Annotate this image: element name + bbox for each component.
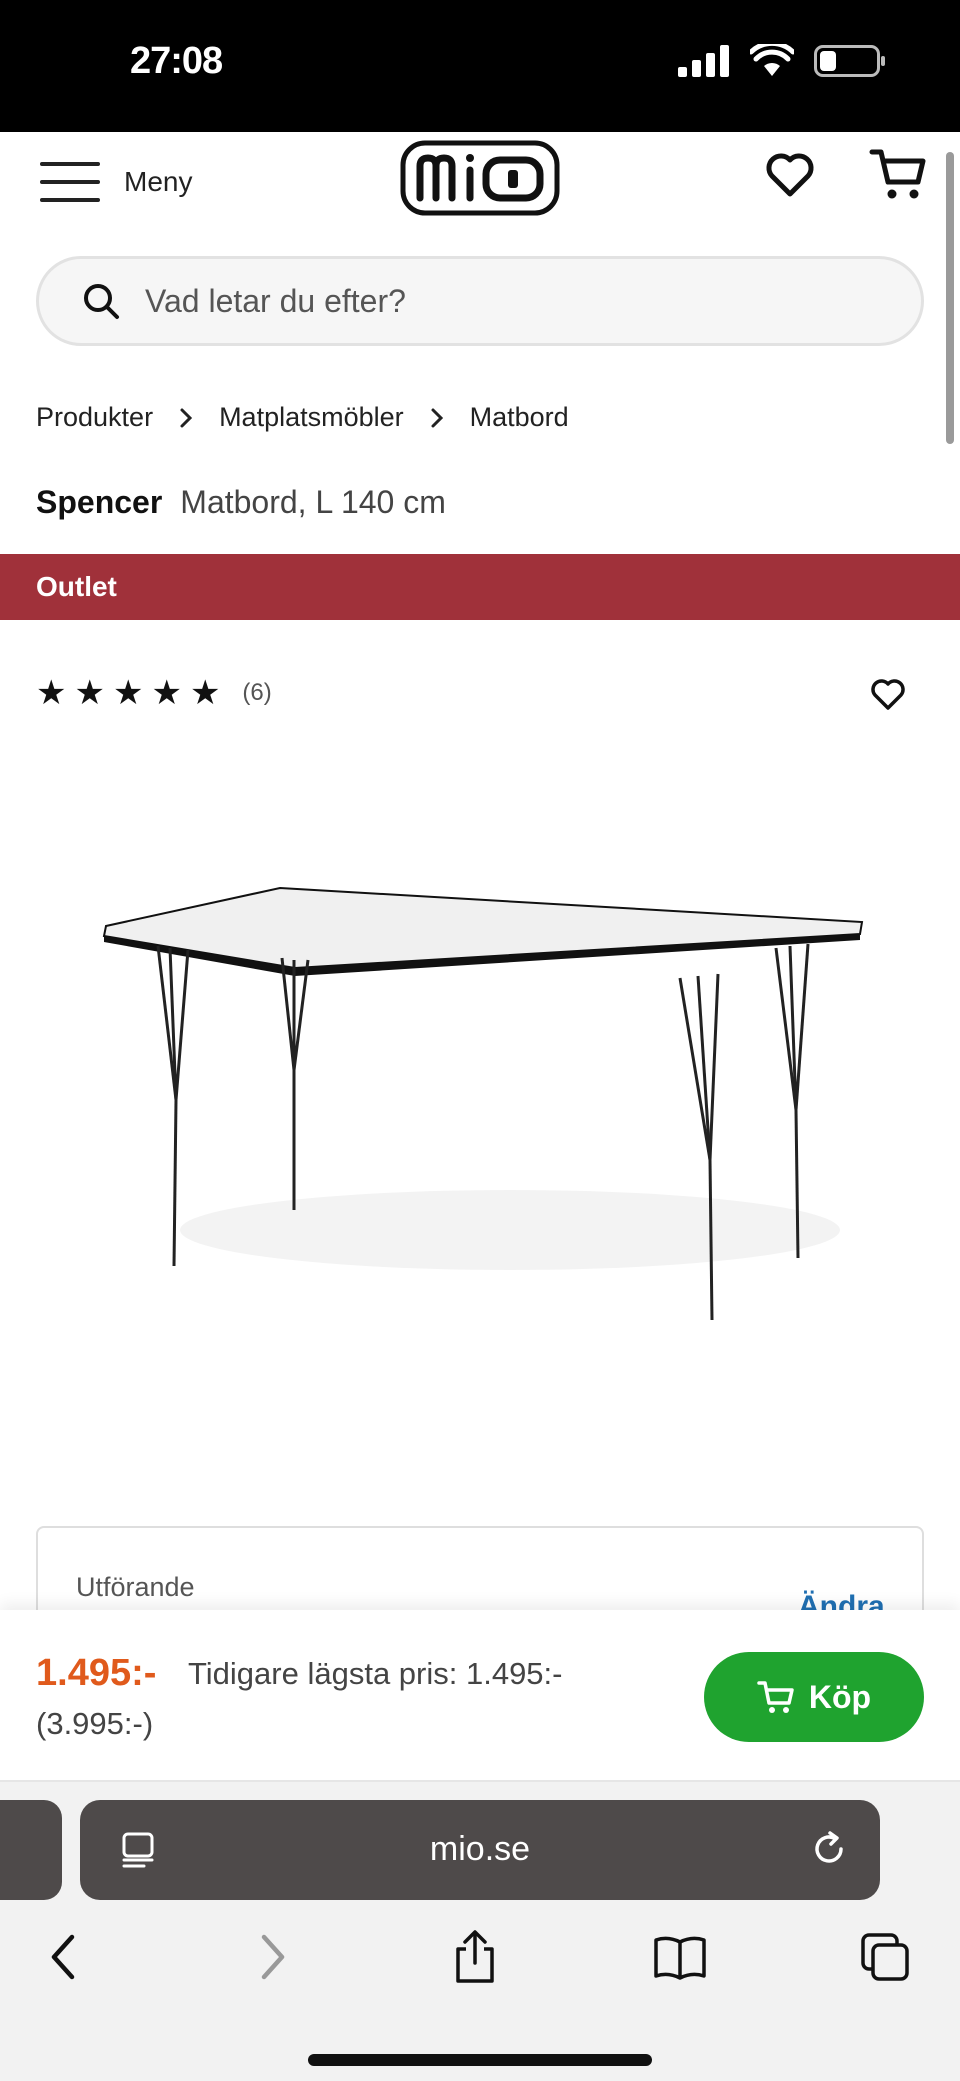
share-icon bbox=[456, 1930, 494, 1983]
tabs-icon bbox=[861, 1933, 909, 1981]
status-bar: 27:08 bbox=[0, 0, 960, 132]
cart-icon bbox=[869, 149, 926, 199]
forward-button[interactable] bbox=[238, 1922, 308, 1992]
back-button[interactable] bbox=[28, 1922, 98, 1992]
browser-toolbar: mio.se bbox=[0, 1782, 960, 2081]
chevron-right-icon bbox=[430, 407, 444, 429]
wifi-icon bbox=[750, 44, 794, 76]
bookmarks-button[interactable] bbox=[645, 1922, 715, 1992]
star-icon: ★ bbox=[189, 674, 221, 712]
current-price: 1.495:- bbox=[36, 1652, 157, 1694]
status-icons bbox=[678, 44, 885, 78]
star-icon: ★ bbox=[36, 674, 67, 712]
breadcrumb-item-produkter[interactable]: Produkter bbox=[36, 402, 153, 433]
reload-icon[interactable] bbox=[808, 1828, 850, 1870]
share-button[interactable] bbox=[440, 1922, 510, 1992]
search-bar[interactable] bbox=[36, 256, 924, 346]
signal-icon bbox=[678, 45, 729, 77]
star-icon: ★ bbox=[151, 674, 182, 712]
buy-bar: 1.495:- Tidigare lägsta pris: 1.495:- (3… bbox=[0, 1610, 960, 1782]
star-icon: ★ bbox=[74, 674, 105, 712]
breadcrumb-item-matplatsmobler[interactable]: Matplatsmöbler bbox=[219, 402, 404, 433]
buy-button-label: Köp bbox=[808, 1678, 872, 1715]
product-favorite-button[interactable] bbox=[868, 674, 908, 714]
address-bar[interactable]: mio.se bbox=[80, 1800, 880, 1900]
menu-label: Meny bbox=[124, 166, 193, 197]
cart-icon bbox=[757, 1681, 794, 1713]
url-text: mio.se bbox=[429, 1830, 531, 1868]
breadcrumb: Produkter Matplatsmöbler Matbord bbox=[36, 402, 569, 433]
wishlist-button[interactable] bbox=[762, 146, 818, 202]
product-image[interactable] bbox=[90, 870, 880, 1330]
page-scrollbar[interactable] bbox=[946, 152, 954, 444]
previous-lowest-price: Tidigare lägsta pris: 1.495:- bbox=[188, 1656, 563, 1691]
original-price: (3.995:-) bbox=[36, 1706, 154, 1741]
outlet-badge: Outlet bbox=[0, 554, 960, 620]
rating-count: (6) bbox=[242, 679, 272, 706]
chevron-right-icon bbox=[179, 407, 193, 429]
tabs-button[interactable] bbox=[850, 1922, 920, 1992]
star-icon: ★ bbox=[112, 674, 144, 712]
book-icon bbox=[654, 1936, 706, 1980]
buy-button[interactable]: Köp bbox=[704, 1652, 924, 1742]
search-input[interactable] bbox=[145, 282, 845, 320]
status-time: 27:08 bbox=[130, 40, 223, 82]
product-description: Matbord, L 140 cm bbox=[180, 484, 446, 520]
site-header: Meny bbox=[0, 132, 960, 250]
options-label: Utförande bbox=[76, 1572, 195, 1602]
heart-icon bbox=[871, 679, 905, 710]
product-title: Spencer Matbord, L 140 cm bbox=[36, 484, 446, 521]
menu-button[interactable]: Meny bbox=[40, 152, 192, 212]
product-brand: Spencer bbox=[36, 484, 163, 520]
chevron-left-icon bbox=[51, 1934, 75, 1980]
battery-icon bbox=[814, 45, 885, 77]
browser-nav-row bbox=[0, 1922, 960, 2002]
previous-tab[interactable] bbox=[0, 1800, 62, 1900]
mio-logo[interactable] bbox=[400, 140, 560, 216]
product-rating[interactable]: ★ ★ ★ ★ ★ (6) bbox=[36, 676, 272, 710]
cart-button[interactable] bbox=[868, 144, 928, 204]
heart-icon bbox=[766, 153, 814, 197]
hamburger-icon bbox=[40, 162, 100, 202]
chevron-right-icon bbox=[261, 1934, 285, 1980]
home-indicator bbox=[308, 2054, 652, 2066]
search-icon bbox=[84, 284, 119, 319]
breadcrumb-item-matbord[interactable]: Matbord bbox=[470, 402, 569, 433]
